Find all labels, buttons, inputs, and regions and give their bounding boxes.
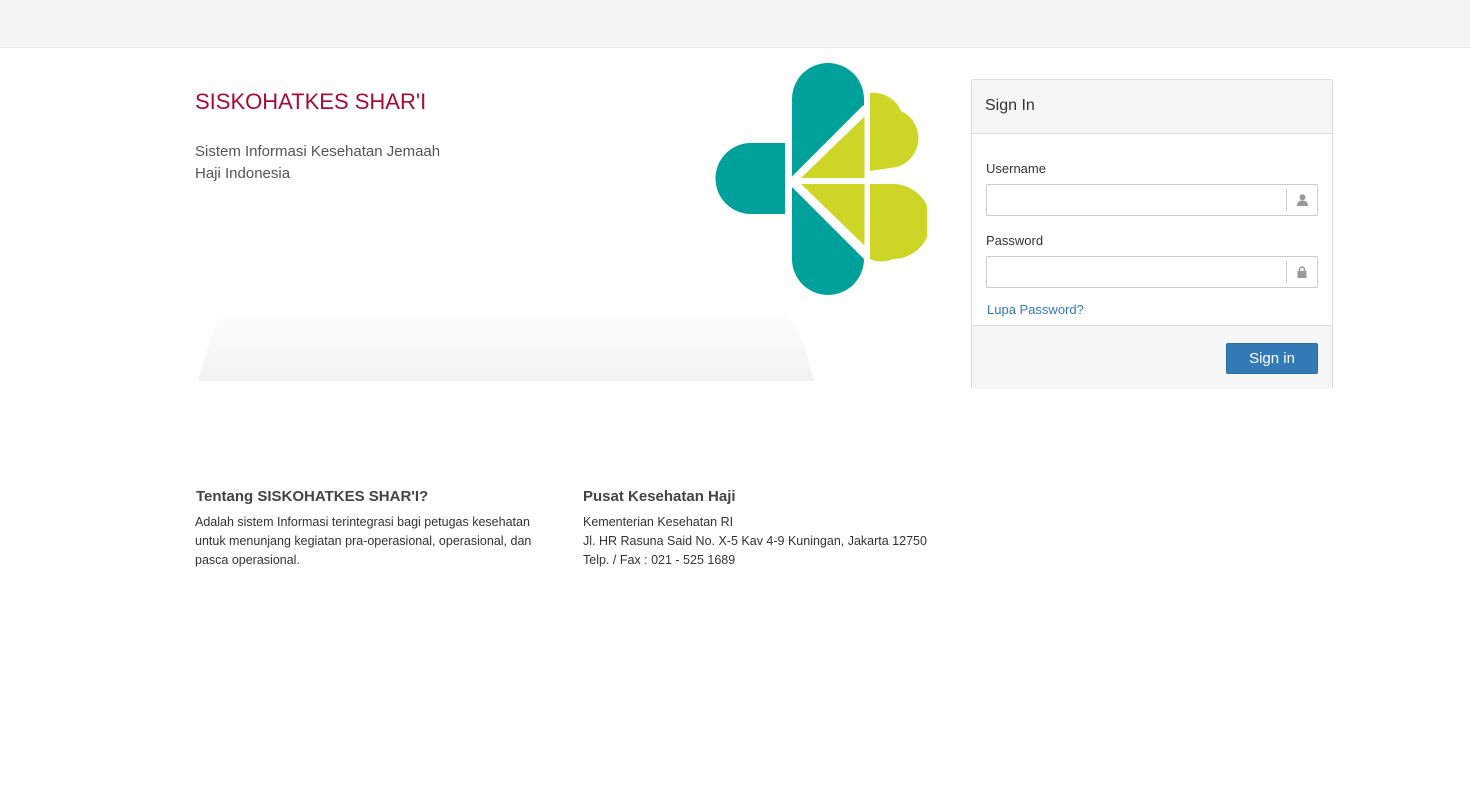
sign-in-button[interactable]: Sign in <box>1226 343 1318 374</box>
about-text: Adalah sistem Informasi terintegrasi bag… <box>195 515 532 567</box>
about-title: Tentang SISKOHATKES SHAR'I? <box>196 488 429 505</box>
contact-line-institution: Kementerian Kesehatan RI <box>583 515 734 529</box>
contact-line-phone: Telp. / Fax : 021 - 525 1689 <box>583 553 736 567</box>
contact-info: Kementerian Kesehatan RI Jl. HR Rasuna S… <box>583 513 963 570</box>
decorative-shadow <box>198 305 814 381</box>
password-label: Password <box>986 233 1044 248</box>
login-panel-footer: Sign in <box>972 325 1332 389</box>
login-panel: Sign In Username Password Lupa Password?… <box>971 79 1333 389</box>
username-label: Username <box>986 161 1046 176</box>
page-subtitle: Sistem Informasi Kesehatan Jemaah Haji I… <box>195 143 441 182</box>
kemenkes-logo <box>715 63 927 295</box>
contact-line-address: Jl. HR Rasuna Said No. X-5 Kav 4-9 Kunin… <box>583 534 927 548</box>
username-input[interactable] <box>987 185 1287 215</box>
forgot-password-link[interactable]: Lupa Password? <box>987 302 1084 317</box>
top-bar <box>0 0 1470 48</box>
lock-icon <box>1286 261 1317 283</box>
user-icon <box>1286 189 1317 211</box>
username-group <box>986 184 1318 216</box>
password-input[interactable] <box>987 257 1287 287</box>
login-panel-title: Sign In <box>972 80 1332 134</box>
contact-title: Pusat Kesehatan Haji <box>583 488 736 505</box>
password-group <box>986 256 1318 288</box>
login-form: Username Password Lupa Password? <box>972 134 1332 325</box>
page-title: SISKOHATKES SHAR'I <box>195 89 427 114</box>
